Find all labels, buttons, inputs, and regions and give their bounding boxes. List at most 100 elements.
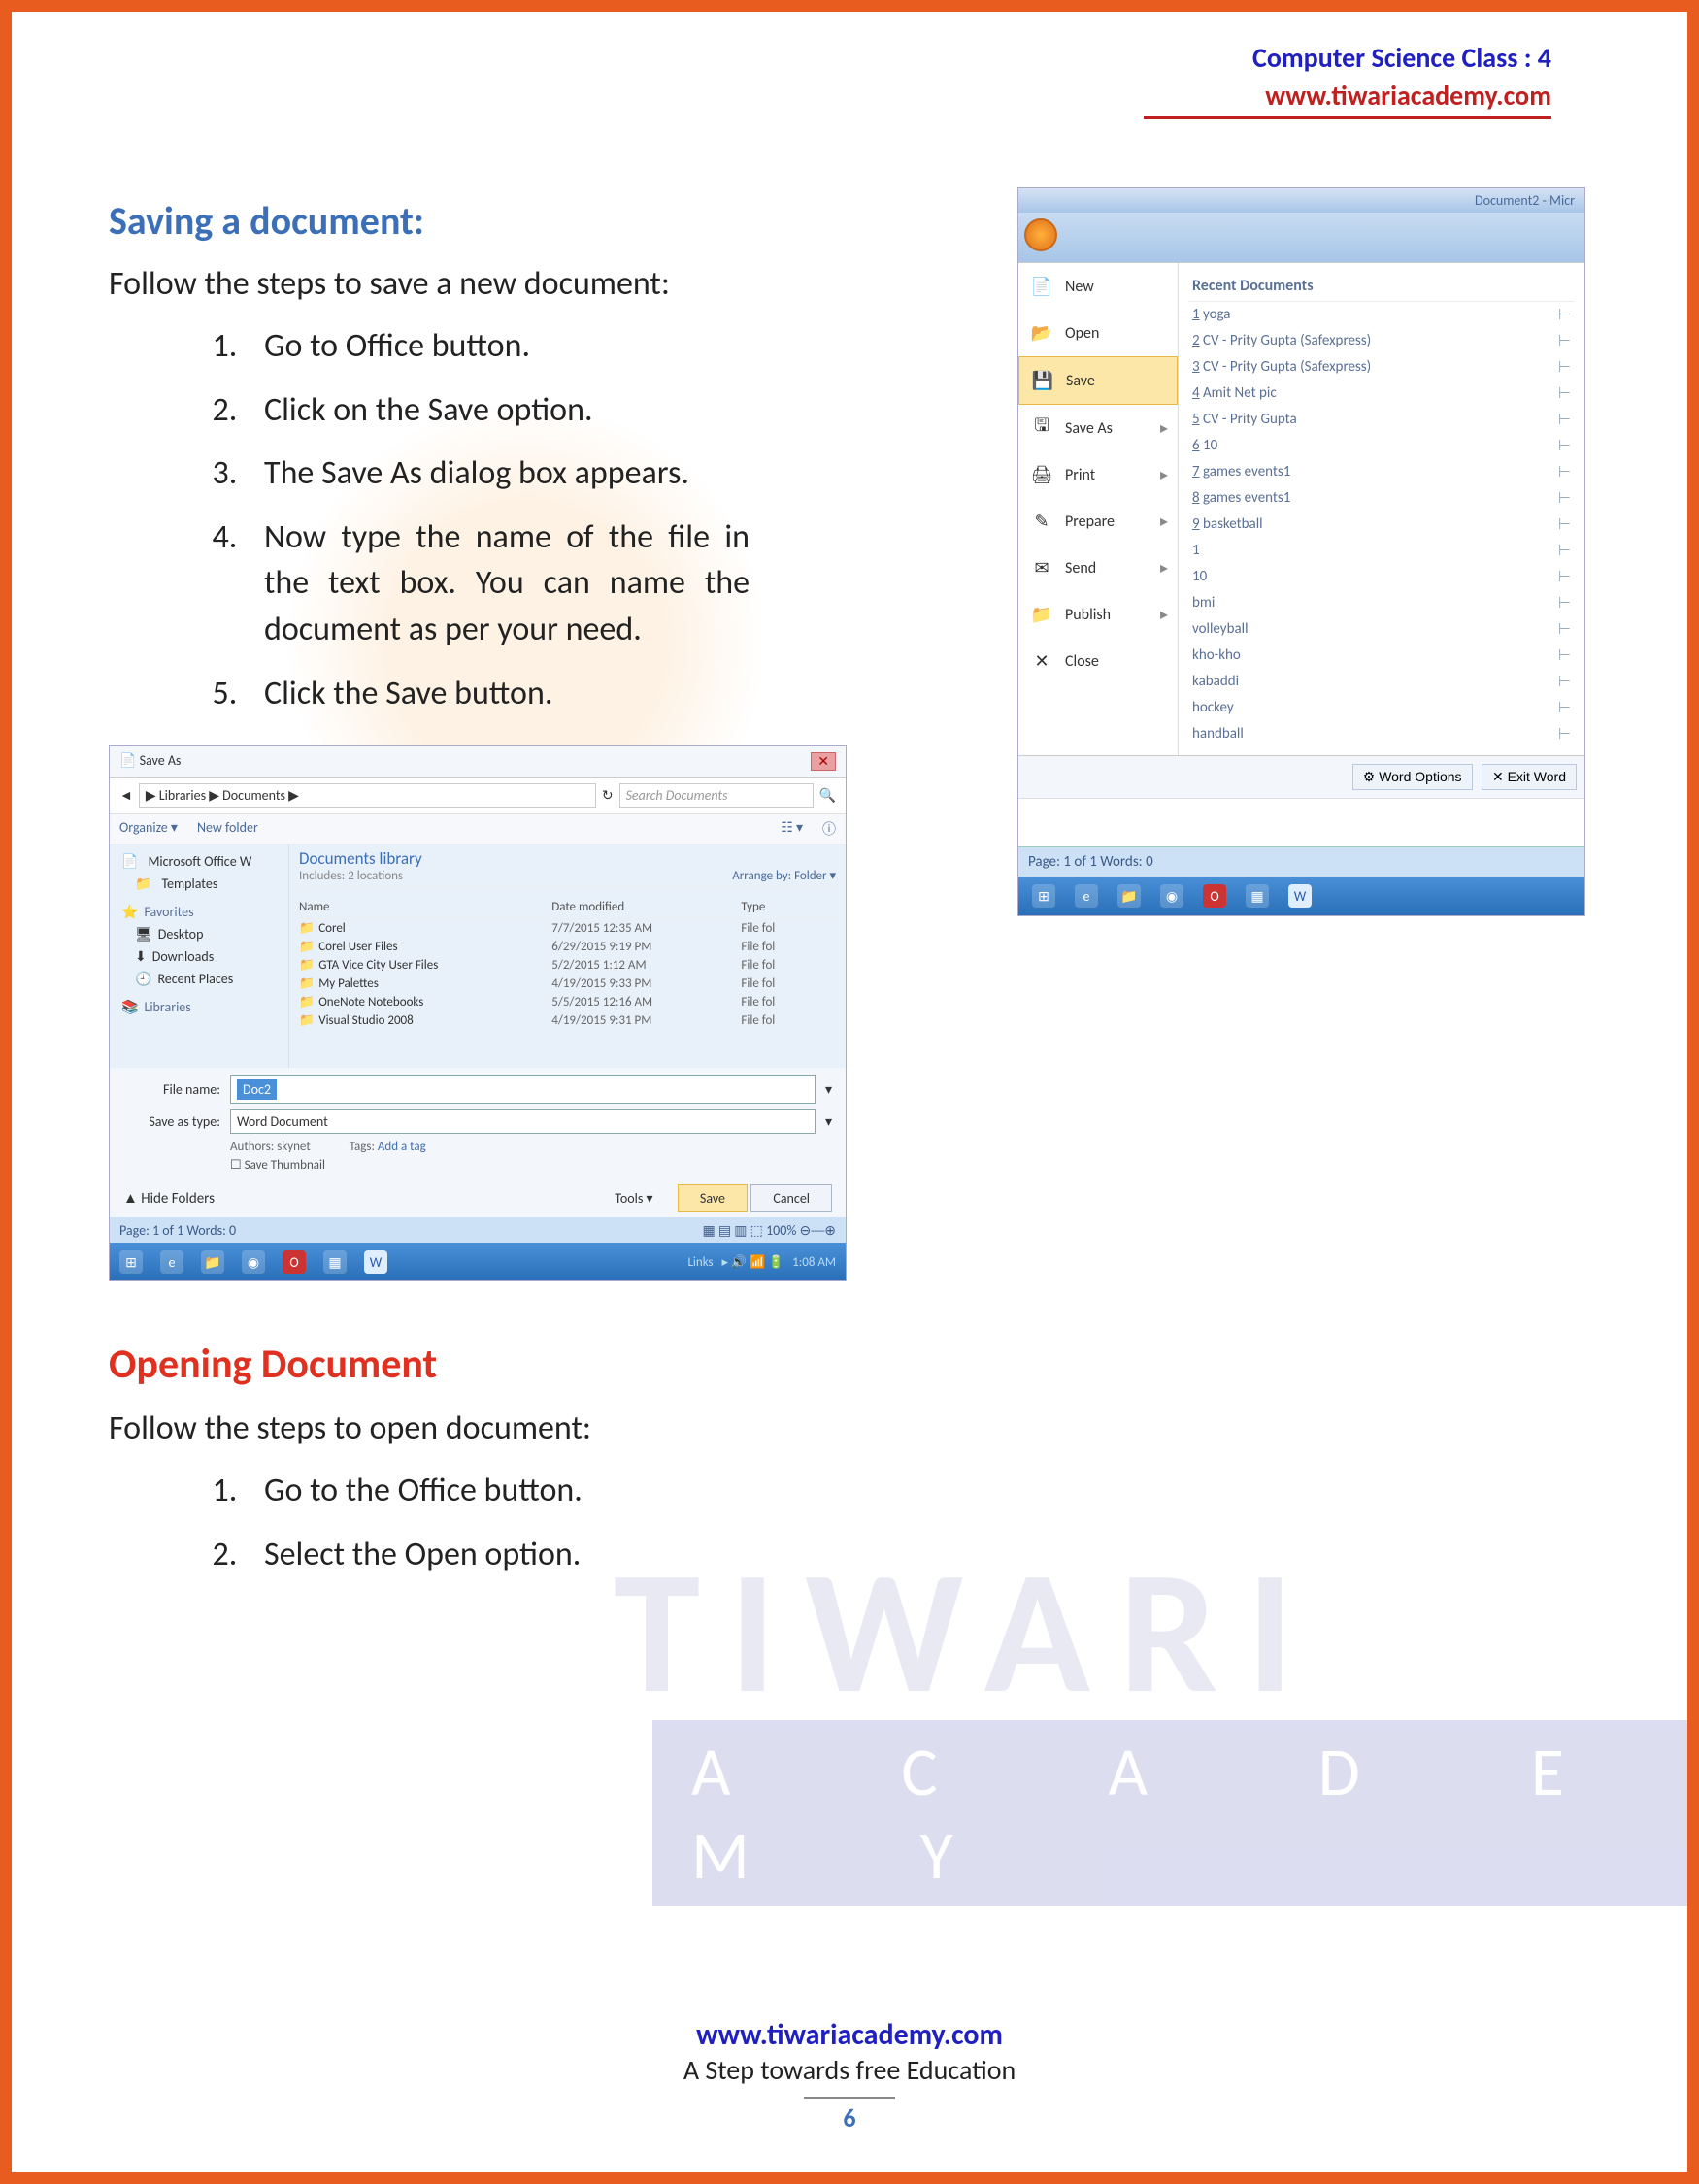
recent-doc-item[interactable]: hockey⊢ bbox=[1188, 695, 1575, 721]
recent-doc-item[interactable]: 2 CV - Prity Gupta (Safexpress)⊢ bbox=[1188, 328, 1575, 354]
tags-value[interactable]: Add a tag bbox=[378, 1140, 426, 1154]
app-icon[interactable]: ▦ bbox=[1246, 884, 1269, 908]
pin-icon[interactable]: ⊢ bbox=[1558, 384, 1571, 403]
app-icon[interactable]: ▦ bbox=[323, 1250, 347, 1274]
nav-item[interactable]: ⬇ Downloads bbox=[117, 945, 281, 968]
opera-icon[interactable]: O bbox=[283, 1250, 306, 1274]
dropdown-icon[interactable]: ▾ bbox=[825, 1081, 832, 1098]
opera-icon[interactable]: O bbox=[1203, 884, 1226, 908]
taskbar: ⊞ e 📁 ◉ O ▦ W Links ▸ 🔊 📶 🔋 1:08 AM bbox=[110, 1243, 846, 1280]
search-input[interactable]: Search Documents bbox=[619, 783, 814, 808]
file-row[interactable]: 📁Corel7/7/2015 12:35 AMFile fol bbox=[299, 919, 836, 938]
view-icon[interactable]: ☷ ▾ bbox=[781, 819, 803, 839]
pin-icon[interactable]: ⊢ bbox=[1558, 489, 1571, 508]
section1-intro: Follow the steps to save a new document: bbox=[109, 264, 988, 304]
column-headers[interactable]: NameDate modifiedType bbox=[299, 896, 836, 919]
word-options-button[interactable]: ⚙ Word Options bbox=[1352, 764, 1473, 790]
recent-doc-item[interactable]: volleyball⊢ bbox=[1188, 616, 1575, 643]
authors-value[interactable]: skynet bbox=[277, 1140, 310, 1154]
file-row[interactable]: 📁My Palettes4/19/2015 9:33 PMFile fol bbox=[299, 975, 836, 993]
folder-icon[interactable]: 📁 bbox=[201, 1250, 224, 1274]
thumbnail-checkbox[interactable]: ☐ Save Thumbnail bbox=[123, 1158, 832, 1173]
office-menu-item[interactable]: 🖨Print▸ bbox=[1018, 451, 1178, 498]
pin-icon[interactable]: ⊢ bbox=[1558, 725, 1571, 744]
refresh-icon[interactable]: ↻ bbox=[602, 787, 614, 804]
file-row[interactable]: 📁Corel User Files6/29/2015 9:19 PMFile f… bbox=[299, 938, 836, 956]
folder-icon[interactable]: 📁 bbox=[1117, 884, 1141, 908]
pin-icon[interactable]: ⊢ bbox=[1558, 620, 1571, 639]
newfolder-button[interactable]: New folder bbox=[197, 819, 258, 839]
recent-doc-item[interactable]: 7 games events1⊢ bbox=[1188, 459, 1575, 485]
pin-icon[interactable]: ⊢ bbox=[1558, 646, 1571, 665]
recent-doc-item[interactable]: kho-kho⊢ bbox=[1188, 643, 1575, 669]
savetype-input[interactable]: Word Document bbox=[230, 1109, 816, 1134]
header-underline bbox=[1144, 116, 1551, 119]
tools-button[interactable]: Tools ▾ bbox=[593, 1185, 674, 1211]
office-menu-item[interactable]: ✉Send▸ bbox=[1018, 545, 1178, 591]
office-menu-item[interactable]: 💾Save bbox=[1018, 356, 1178, 405]
recent-doc-item[interactable]: 9 basketball⊢ bbox=[1188, 512, 1575, 538]
organize-button[interactable]: Organize ▾ bbox=[119, 819, 178, 839]
pin-icon[interactable]: ⊢ bbox=[1558, 463, 1571, 481]
office-menu-item[interactable]: 📄New bbox=[1018, 263, 1178, 310]
dropdown-icon[interactable]: ▾ bbox=[825, 1113, 832, 1130]
office-menu-item[interactable]: 📁Publish▸ bbox=[1018, 591, 1178, 638]
step: Click the Save button. bbox=[245, 671, 988, 717]
nav-item[interactable]: 📁Templates bbox=[117, 873, 281, 895]
search-icon[interactable]: 🔍 bbox=[819, 787, 836, 804]
filename-input[interactable]: Doc2 bbox=[230, 1075, 816, 1104]
recent-doc-item[interactable]: 1 yoga⊢ bbox=[1188, 302, 1575, 328]
nav-item[interactable]: 🖥 Desktop bbox=[117, 923, 281, 945]
office-menu-item[interactable]: 🖫Save As▸ bbox=[1018, 405, 1178, 451]
pin-icon[interactable]: ⊢ bbox=[1558, 568, 1571, 586]
office-menu-item[interactable]: ✎Prepare▸ bbox=[1018, 498, 1178, 545]
cancel-button[interactable]: Cancel bbox=[750, 1184, 832, 1212]
recent-doc-item[interactable]: bmi⊢ bbox=[1188, 590, 1575, 616]
pin-icon[interactable]: ⊢ bbox=[1558, 358, 1571, 377]
nav-item[interactable]: 📄Microsoft Office W bbox=[117, 850, 281, 873]
nav-item[interactable]: 🕘 Recent Places bbox=[117, 968, 281, 990]
start-icon[interactable]: ⊞ bbox=[1032, 884, 1055, 908]
recent-doc-item[interactable]: 5 CV - Prity Gupta⊢ bbox=[1188, 407, 1575, 433]
start-icon[interactable]: ⊞ bbox=[119, 1250, 143, 1274]
ie-icon[interactable]: e bbox=[1075, 884, 1098, 908]
hide-folders-button[interactable]: Hide Folders bbox=[141, 1190, 215, 1208]
office-menu-item[interactable]: 📂Open bbox=[1018, 310, 1178, 356]
file-row[interactable]: 📁GTA Vice City User Files5/2/2015 1:12 A… bbox=[299, 956, 836, 975]
file-row[interactable]: 📁OneNote Notebooks5/5/2015 12:16 AMFile … bbox=[299, 993, 836, 1011]
help-icon[interactable]: ⓘ bbox=[822, 819, 836, 839]
office-button-icon[interactable] bbox=[1024, 218, 1057, 251]
pin-icon[interactable]: ⊢ bbox=[1558, 411, 1571, 429]
close-icon[interactable]: ✕ bbox=[811, 752, 836, 771]
recent-doc-item[interactable]: handball⊢ bbox=[1188, 721, 1575, 747]
recent-doc-item[interactable]: 10⊢ bbox=[1188, 564, 1575, 590]
save-button[interactable]: Save bbox=[678, 1184, 748, 1212]
exit-word-button[interactable]: ✕ Exit Word bbox=[1482, 764, 1577, 790]
pin-icon[interactable]: ⊢ bbox=[1558, 515, 1571, 534]
filename-label: File name: bbox=[123, 1081, 220, 1098]
tags-label: Tags: bbox=[350, 1140, 375, 1154]
ie-icon[interactable]: e bbox=[160, 1250, 183, 1274]
recent-doc-item[interactable]: 6 10⊢ bbox=[1188, 433, 1575, 459]
recent-doc-item[interactable]: 3 CV - Prity Gupta (Safexpress)⊢ bbox=[1188, 354, 1575, 381]
pin-icon[interactable]: ⊢ bbox=[1558, 332, 1571, 350]
recent-doc-item[interactable]: 8 games events1⊢ bbox=[1188, 485, 1575, 512]
word-icon[interactable]: W bbox=[1288, 884, 1312, 908]
recent-doc-item[interactable]: 4 Amit Net pic⊢ bbox=[1188, 381, 1575, 407]
pin-icon[interactable]: ⊢ bbox=[1558, 306, 1571, 324]
pin-icon[interactable]: ⊢ bbox=[1558, 437, 1571, 455]
recent-doc-item[interactable]: 1⊢ bbox=[1188, 538, 1575, 564]
pin-icon[interactable]: ⊢ bbox=[1558, 542, 1571, 560]
chrome-icon[interactable]: ◉ bbox=[242, 1250, 265, 1274]
pin-icon[interactable]: ⊢ bbox=[1558, 594, 1571, 612]
back-icon[interactable]: ◄ bbox=[119, 787, 133, 804]
pin-icon[interactable]: ⊢ bbox=[1558, 699, 1571, 717]
breadcrumb[interactable]: ▶ Libraries ▶ Documents ▶ bbox=[139, 783, 596, 808]
pin-icon[interactable]: ⊢ bbox=[1558, 673, 1571, 691]
arrange-by[interactable]: Arrange by: Folder ▾ bbox=[732, 869, 836, 883]
recent-doc-item[interactable]: kabaddi⊢ bbox=[1188, 669, 1575, 695]
word-icon[interactable]: W bbox=[364, 1250, 387, 1274]
chrome-icon[interactable]: ◉ bbox=[1160, 884, 1183, 908]
office-menu-item[interactable]: ✕Close bbox=[1018, 638, 1178, 684]
file-row[interactable]: 📁Visual Studio 20084/19/2015 9:31 PMFile… bbox=[299, 1011, 836, 1030]
